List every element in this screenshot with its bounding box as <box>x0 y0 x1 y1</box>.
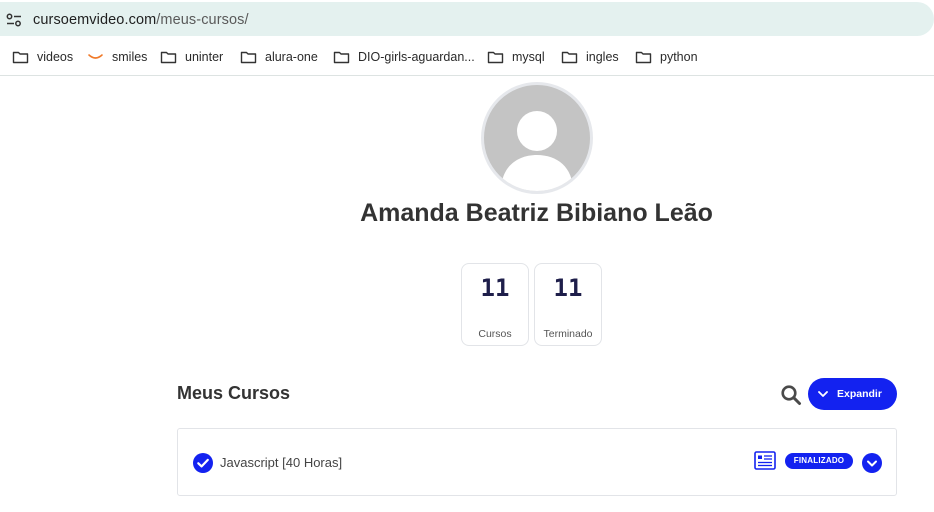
course-item[interactable]: Javascript [40 Horas] FINALIZADO <box>177 428 897 496</box>
folder-icon <box>333 51 350 64</box>
bookmark-mysql[interactable]: mysql <box>487 48 545 66</box>
folder-icon <box>487 51 504 64</box>
bookmark-label: smiles <box>112 50 148 64</box>
folder-icon <box>12 51 29 64</box>
default-avatar-icon <box>501 111 573 191</box>
bookmark-dio-girls[interactable]: DIO-girls-aguardan... <box>333 48 475 66</box>
url-path: /meus-cursos/ <box>156 12 249 28</box>
site-settings-icon[interactable] <box>6 13 22 27</box>
folder-icon <box>635 51 652 64</box>
bookmark-uninter[interactable]: uninter <box>160 48 223 66</box>
chevron-down-icon[interactable] <box>862 453 882 473</box>
stat-card-cursos: 11 Cursos <box>461 263 529 346</box>
bookmarks-bar: videos smiles uninter alura-one DIO-girl… <box>0 38 934 76</box>
bookmark-label: python <box>660 50 698 64</box>
bookmark-label: videos <box>37 50 74 64</box>
bookmark-python[interactable]: python <box>635 48 698 66</box>
certificate-icon[interactable] <box>754 451 776 470</box>
expand-label: Expandir <box>837 388 882 400</box>
bookmark-smiles[interactable]: smiles <box>87 48 147 66</box>
stat-value: 11 <box>480 274 510 302</box>
url-host: cursoemvideo.com <box>33 12 157 28</box>
status-badge: FINALIZADO <box>785 453 853 469</box>
avatar <box>481 82 593 194</box>
bookmark-alura-one[interactable]: alura-one <box>240 48 318 66</box>
chevron-down-icon <box>818 391 828 397</box>
check-circle-icon <box>193 453 213 473</box>
folder-icon <box>561 51 578 64</box>
bookmark-label: ingles <box>586 50 619 64</box>
expand-button[interactable]: Expandir <box>808 378 897 410</box>
stat-label: Terminado <box>543 328 593 340</box>
bookmark-label: mysql <box>512 50 545 64</box>
omnibox[interactable]: cursoemvideo.com/meus-cursos/ <box>0 2 934 36</box>
address-bar: cursoemvideo.com/meus-cursos/ <box>0 0 934 38</box>
folder-icon <box>240 51 257 64</box>
stat-card-terminado: 11 Terminado <box>534 263 602 346</box>
course-name[interactable]: Javascript [40 Horas] <box>220 455 342 470</box>
bookmark-ingles[interactable]: ingles <box>561 48 619 66</box>
smiles-logo-icon <box>88 54 103 59</box>
search-icon[interactable] <box>780 384 802 406</box>
section-title: Meus Cursos <box>177 383 291 403</box>
bookmark-label: alura-one <box>265 50 318 64</box>
bookmark-videos[interactable]: videos <box>12 48 73 66</box>
profile-name: Amanda Beatriz Bibiano Leão <box>360 199 713 227</box>
bookmark-label: DIO-girls-aguardan... <box>358 50 475 64</box>
bookmark-label: uninter <box>185 50 224 64</box>
stat-value: 11 <box>553 274 583 302</box>
url-text[interactable]: cursoemvideo.com/meus-cursos/ <box>33 12 249 28</box>
stat-label: Cursos <box>478 328 512 340</box>
folder-icon <box>160 51 177 64</box>
